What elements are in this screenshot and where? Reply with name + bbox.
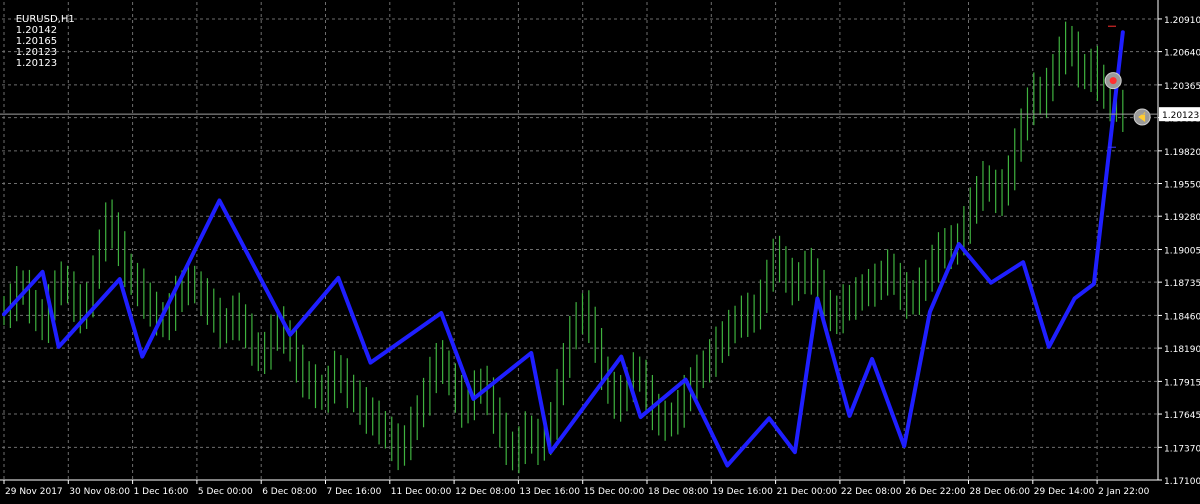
ohlc-low: 1.20123 bbox=[15, 47, 58, 58]
y-tick-label: 1.17100 bbox=[1164, 477, 1200, 487]
price-chart: 1.209101.206401.203651.200951.198201.195… bbox=[0, 0, 1200, 500]
x-tick-label: 28 Dec 06:00 bbox=[970, 487, 1031, 497]
chart-title: EURUSD,H1 1.20142 1.20165 1.20123 1.2012… bbox=[3, 3, 79, 80]
y-tick-label: 1.17915 bbox=[1164, 378, 1200, 388]
chart-area[interactable]: 1.209101.206401.203651.200951.198201.195… bbox=[0, 0, 1200, 500]
y-tick-label: 1.17370 bbox=[1164, 444, 1200, 454]
ohlc-open: 1.20142 bbox=[15, 25, 58, 36]
x-tick-label: 7 Dec 16:00 bbox=[327, 487, 382, 497]
trade-marker-1-dot bbox=[1109, 77, 1117, 85]
y-tick-label: 1.20640 bbox=[1164, 49, 1200, 59]
y-tick-label: 1.19820 bbox=[1164, 148, 1200, 158]
current-price-label: 1.20123 bbox=[1162, 111, 1199, 121]
symbol-label: EURUSD,H1 bbox=[15, 14, 75, 25]
y-tick-label: 1.18190 bbox=[1164, 345, 1200, 355]
x-tick-label: 26 Dec 22:00 bbox=[905, 487, 966, 497]
x-tick-label: 29 Nov 2017 bbox=[5, 487, 63, 497]
x-tick-label: 5 Dec 00:00 bbox=[198, 487, 253, 497]
x-tick-label: 22 Dec 08:00 bbox=[841, 487, 902, 497]
ohlc-close: 1.20123 bbox=[15, 58, 58, 69]
x-tick-label: 21 Dec 00:00 bbox=[777, 487, 838, 497]
y-tick-label: 1.17645 bbox=[1164, 411, 1200, 421]
ohlc-high: 1.20165 bbox=[15, 36, 58, 47]
x-tick-label: 2 Jan 22:00 bbox=[1098, 487, 1150, 497]
x-tick-label: 1 Dec 16:00 bbox=[134, 487, 189, 497]
x-tick-label: 11 Dec 00:00 bbox=[391, 487, 452, 497]
y-tick-label: 1.20910 bbox=[1164, 16, 1200, 26]
y-tick-label: 1.18460 bbox=[1164, 312, 1200, 322]
x-tick-label: 19 Dec 16:00 bbox=[712, 487, 773, 497]
x-tick-label: 30 Nov 08:00 bbox=[69, 487, 130, 497]
x-tick-label: 18 Dec 08:00 bbox=[648, 487, 709, 497]
x-tick-label: 15 Dec 00:00 bbox=[584, 487, 645, 497]
y-tick-label: 1.18735 bbox=[1164, 279, 1200, 289]
y-tick-label: 1.19005 bbox=[1164, 246, 1200, 256]
chart-background bbox=[0, 0, 1200, 500]
y-tick-label: 1.20365 bbox=[1164, 82, 1200, 92]
y-tick-label: 1.19280 bbox=[1164, 213, 1200, 223]
x-tick-label: 29 Dec 14:00 bbox=[1034, 487, 1095, 497]
x-tick-label: 13 Dec 16:00 bbox=[519, 487, 580, 497]
x-tick-label: 6 Dec 08:00 bbox=[262, 487, 317, 497]
y-tick-label: 1.19550 bbox=[1164, 181, 1200, 191]
x-tick-label: 12 Dec 08:00 bbox=[455, 487, 516, 497]
